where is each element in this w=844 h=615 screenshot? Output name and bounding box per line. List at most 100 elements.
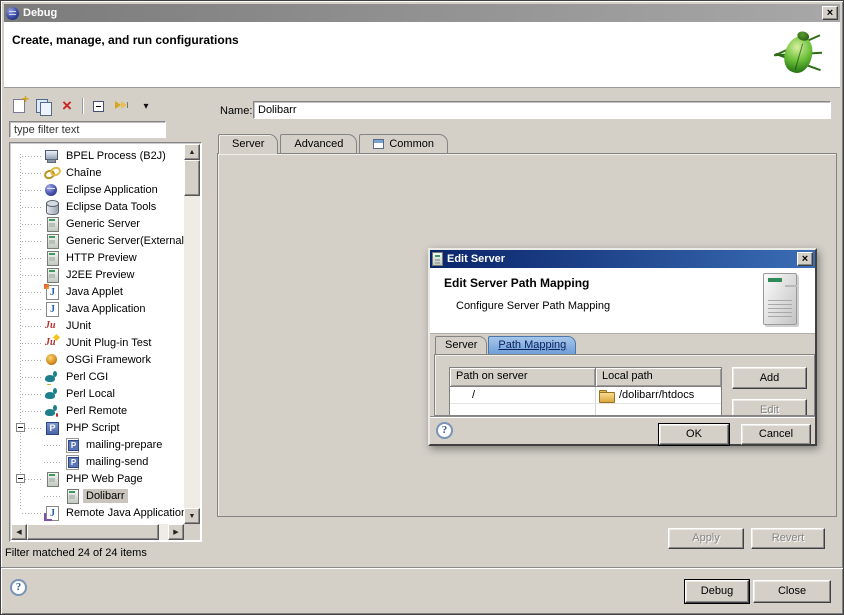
path-on-server-cell: /: [450, 387, 596, 403]
tree-guide: [14, 436, 64, 453]
tree-item[interactable]: HTTP Preview: [11, 249, 184, 266]
path-on-server-header[interactable]: Path on server: [450, 368, 596, 387]
tree-expander-minus-icon[interactable]: [16, 474, 25, 483]
scroll-down-icon[interactable]: ▼: [184, 508, 200, 524]
tree-item[interactable]: OSGi Framework: [11, 351, 184, 368]
dialog-help-icon[interactable]: [436, 422, 453, 439]
local-path-header[interactable]: Local path: [596, 368, 721, 387]
close-button[interactable]: Close: [753, 580, 831, 603]
scrollbar-corner: [184, 524, 200, 540]
tab-path-mapping[interactable]: Path Mapping: [488, 336, 576, 354]
filter-input[interactable]: [9, 121, 166, 138]
tree-item[interactable]: J2EE Preview: [11, 266, 184, 283]
tree-item[interactable]: Perl CGI: [11, 368, 184, 385]
tab-advanced-label: Advanced: [294, 138, 343, 150]
table-row[interactable]: //dolibarr/htdocs: [450, 387, 721, 404]
eclipse-icon: [44, 182, 60, 198]
tree-item[interactable]: mailing-send: [11, 453, 184, 470]
tree-item[interactable]: BPEL Process (B2J): [11, 147, 184, 164]
filter-button[interactable]: [110, 96, 134, 116]
cancel-button[interactable]: Cancel: [741, 424, 811, 445]
tree-item[interactable]: Generic Server: [11, 215, 184, 232]
apply-button[interactable]: Apply: [668, 528, 744, 549]
config-tab-bar: Server Advanced Common: [218, 134, 450, 154]
tab-edit-server-server[interactable]: Server: [435, 336, 487, 354]
collapse-all-button[interactable]: [86, 96, 110, 116]
tree-guide: [14, 181, 44, 198]
tree-item[interactable]: Generic Server(External La: [11, 232, 184, 249]
edit-server-dialog: Edit Server × Edit Server Path Mapping C…: [428, 248, 817, 446]
tab-common-label: Common: [389, 138, 434, 150]
tree-item[interactable]: Perl Local: [11, 385, 184, 402]
new-configuration-button[interactable]: [7, 96, 31, 116]
collapse-all-icon: [93, 101, 104, 112]
toolbar-menu-button[interactable]: [134, 96, 158, 116]
tree-horizontal-scrollbar[interactable]: ◀ ▶: [11, 524, 184, 540]
rjava-icon: [44, 505, 60, 521]
delete-configuration-button[interactable]: [55, 96, 79, 116]
tree-item[interactable]: Java Applet: [11, 283, 184, 300]
table-row-empty: [450, 404, 721, 416]
configurations-tree-panel: BPEL Process (B2J)ChaîneEclipse Applicat…: [9, 142, 202, 542]
tree-guide: [14, 249, 44, 266]
tab-server[interactable]: Server: [218, 134, 278, 154]
server-icon: [44, 250, 60, 266]
filter-icon: [115, 100, 129, 112]
edit-server-tab-bar: Server Path Mapping: [435, 336, 577, 354]
tree-item[interactable]: Eclipse Data Tools: [11, 198, 184, 215]
debug-configurations-window: Debug × Create, manage, and run configur…: [0, 0, 844, 615]
tab-common[interactable]: Common: [359, 134, 448, 153]
tree-toolbar: [7, 95, 158, 117]
edit-server-heading: Edit Server Path Mapping: [444, 276, 589, 290]
vertical-scroll-thumb[interactable]: [184, 160, 200, 196]
duplicate-configuration-button[interactable]: [31, 96, 55, 116]
debug-button[interactable]: Debug: [685, 580, 749, 603]
tree-guide: [14, 266, 44, 283]
window-close-icon[interactable]: ×: [822, 6, 838, 20]
add-mapping-button[interactable]: Add: [732, 367, 807, 389]
tree-expander-minus-icon[interactable]: [16, 423, 25, 432]
tree-item[interactable]: PHP Web Page: [11, 470, 184, 487]
tree-vertical-scrollbar[interactable]: ▲ ▼: [184, 144, 200, 524]
tree-item-label: mailing-send: [83, 455, 151, 469]
tree-item[interactable]: Remote Java Application: [11, 504, 184, 521]
scroll-left-icon[interactable]: ◀: [11, 524, 27, 540]
edit-mapping-button[interactable]: Edit: [732, 399, 807, 416]
revert-button[interactable]: Revert: [751, 528, 825, 549]
tree-item[interactable]: Dolibarr: [11, 487, 184, 504]
camelg-icon: [44, 369, 60, 385]
phpfile-icon: [64, 454, 80, 470]
tree-item[interactable]: mailing-prepare: [11, 436, 184, 453]
tree-guide: [14, 419, 44, 436]
tree-item[interactable]: Perl Remote: [11, 402, 184, 419]
scroll-right-icon[interactable]: ▶: [168, 524, 184, 540]
tree-guide: [14, 453, 64, 470]
duplicate-icon: [36, 99, 51, 114]
tree-item[interactable]: JUnit: [11, 317, 184, 334]
tree-item[interactable]: Chaîne: [11, 164, 184, 181]
tree-guide: [14, 147, 44, 164]
horizontal-scroll-thumb[interactable]: [27, 524, 159, 540]
tree-guide: [14, 317, 44, 334]
tree-item[interactable]: PHP Script: [11, 419, 184, 436]
name-input[interactable]: [253, 101, 831, 119]
tree-item[interactable]: JUnit Plug-in Test: [11, 334, 184, 351]
window-titlebar[interactable]: Debug ×: [4, 4, 840, 22]
tree-guide: [14, 283, 44, 300]
ok-button[interactable]: OK: [659, 424, 729, 445]
scroll-up-icon[interactable]: ▲: [184, 144, 200, 160]
help-icon[interactable]: [10, 579, 27, 596]
tree-item[interactable]: Java Application: [11, 300, 184, 317]
path-mapping-pane: Path on server Local path //dolibarr/htd…: [434, 354, 815, 416]
name-label: Name:: [220, 105, 252, 117]
edit-server-titlebar[interactable]: Edit Server ×: [430, 250, 815, 268]
server-icon: [44, 267, 60, 283]
tree-guide: [14, 198, 44, 215]
tree-item[interactable]: Eclipse Application: [11, 181, 184, 198]
tree-item-label: PHP Web Page: [63, 472, 146, 486]
tab-advanced[interactable]: Advanced: [280, 134, 357, 153]
eclipse-icon: [6, 7, 19, 20]
edit-server-subheading: Configure Server Path Mapping: [456, 300, 610, 312]
table-icon: [373, 139, 384, 149]
edit-server-close-icon[interactable]: ×: [797, 252, 813, 266]
